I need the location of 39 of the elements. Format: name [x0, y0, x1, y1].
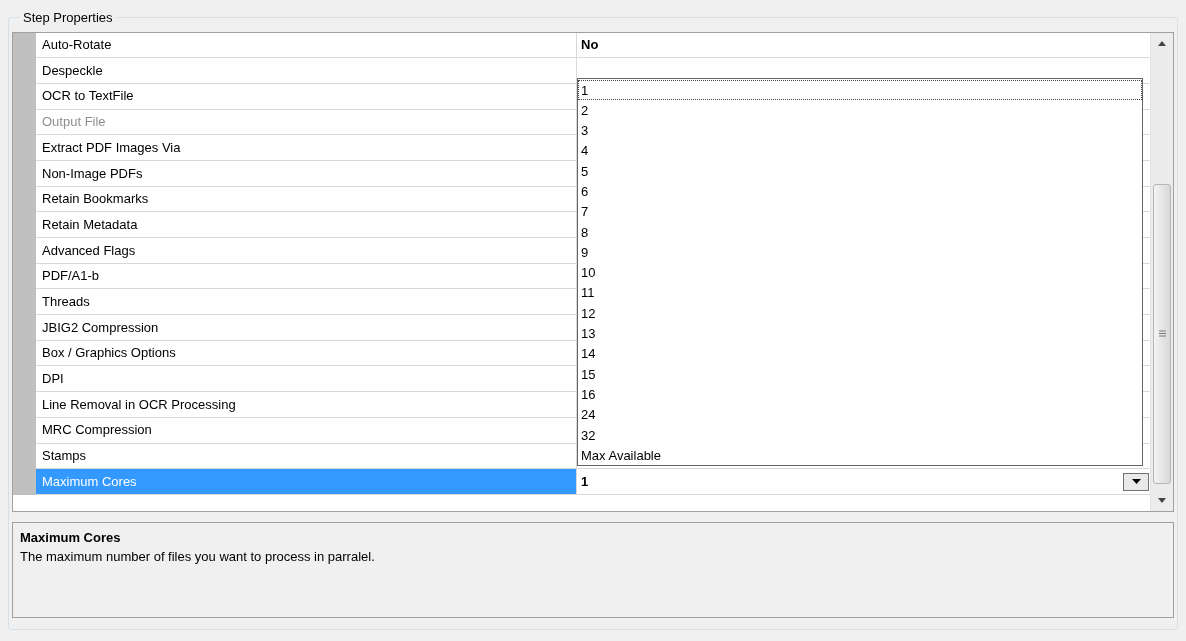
dropdown-option[interactable]: 3 [578, 120, 1142, 141]
property-name[interactable]: Retain Metadata [36, 212, 577, 238]
property-name[interactable]: Threads [36, 289, 577, 316]
dropdown-option[interactable]: 6 [578, 181, 1142, 202]
property-name[interactable]: Line Removal in OCR Processing [36, 392, 577, 418]
dropdown-option[interactable]: 16 [578, 383, 1142, 405]
property-name[interactable]: Box / Graphics Options [36, 340, 577, 367]
dropdown-option[interactable]: 32 [578, 424, 1142, 445]
dropdown-option[interactable]: 1 [578, 79, 1142, 100]
dropdown-option[interactable]: 2 [578, 99, 1142, 121]
property-name[interactable]: Retain Bookmarks [36, 186, 577, 213]
property-value[interactable]: 1 [581, 471, 589, 492]
property-name[interactable]: Despeckle [36, 58, 577, 84]
property-name[interactable]: DPI [36, 366, 577, 393]
property-name[interactable]: OCR to TextFile [36, 83, 577, 110]
property-name[interactable]: Extract PDF Images Via [36, 135, 577, 161]
dropdown-option[interactable]: 12 [578, 302, 1142, 324]
property-name[interactable]: Advanced Flags [36, 238, 577, 264]
description-text: The maximum number of files you want to process in parralel. [20, 548, 375, 566]
dropdown-option[interactable]: 8 [578, 221, 1142, 242]
property-name[interactable]: Non-Image PDFs [36, 160, 577, 187]
dropdown-option[interactable]: 11 [578, 282, 1142, 303]
property-name[interactable]: JBIG2 Compression [36, 315, 577, 341]
dropdown-option[interactable]: 5 [578, 160, 1142, 181]
property-name[interactable]: Auto-Rotate [36, 32, 577, 59]
dropdown-option[interactable]: 14 [578, 343, 1142, 364]
dropdown-option[interactable]: 7 [578, 201, 1142, 222]
property-value[interactable]: No [581, 35, 599, 55]
dropdown-option[interactable]: 10 [578, 262, 1142, 283]
group-title: Step Properties [22, 9, 114, 27]
property-name[interactable]: MRC Compression [36, 417, 577, 444]
dropdown-option[interactable]: Max Available [578, 444, 1142, 466]
dropdown-option[interactable]: 13 [578, 323, 1142, 344]
dropdown-option[interactable]: 9 [578, 241, 1142, 263]
dropdown-option[interactable]: 15 [578, 363, 1142, 384]
description-title: Maximum Cores [20, 528, 121, 547]
dropdown-option[interactable]: 24 [578, 404, 1142, 425]
property-name[interactable]: PDF/A1-b [36, 263, 577, 290]
dropdown-option[interactable]: 4 [578, 140, 1142, 161]
